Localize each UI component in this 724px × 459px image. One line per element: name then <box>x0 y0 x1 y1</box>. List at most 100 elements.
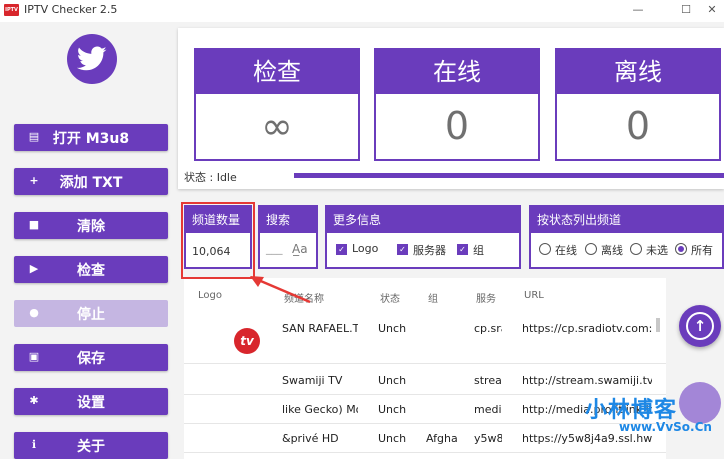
button-label: 设置 <box>77 394 105 411</box>
filter-online-label: 在线 <box>555 244 577 257</box>
title-bar: IPTV IPTV Checker 2.5 — ☐ ✕ <box>0 0 724 22</box>
twitter-logo <box>67 34 117 84</box>
about-button[interactable]: ℹ 关于 <box>14 432 168 459</box>
save-icon: ▣ <box>28 350 40 363</box>
stat-title: 在线 <box>376 50 538 94</box>
app-icon: IPTV <box>4 4 19 16</box>
channel-name: like Gecko) Mo <box>282 403 358 416</box>
scroll-top-button[interactable]: ↑ <box>679 305 721 347</box>
arrow-up-icon: ↑ <box>686 312 714 340</box>
button-label: 打开 M3u8 <box>52 130 130 147</box>
progress-fill <box>294 173 724 178</box>
channel-server: y5w8 <box>474 432 502 445</box>
table-row[interactable]: Swamiji TV Unch strea http://stream.swam… <box>184 366 666 395</box>
group-title: 更多信息 <box>327 207 519 233</box>
check-button[interactable]: ▶ 检查 <box>14 256 168 283</box>
stat-offline: 离线 0 <box>555 48 721 161</box>
minimize-button[interactable]: — <box>628 2 648 18</box>
status-progress-bar <box>294 173 724 178</box>
server-checkbox[interactable]: ✓ <box>397 244 408 255</box>
save-button[interactable]: ▣ 保存 <box>14 344 168 371</box>
stat-checked: 检查 ∞ <box>194 48 360 161</box>
group-body: ✓ Logo ✓ 服务器 ✓ 组 <box>327 233 519 267</box>
plus-icon: + <box>29 174 39 187</box>
channel-url: https://cp.sradiotv.com:1 <box>522 322 652 335</box>
group-title: 搜索 <box>260 207 316 233</box>
trash-icon: ■ <box>28 218 40 231</box>
channel-name: Swamiji TV <box>282 374 343 387</box>
button-label: 清除 <box>77 218 105 235</box>
file-icon: ▤ <box>28 130 40 143</box>
more-info-group: 更多信息 ✓ Logo ✓ 服务器 ✓ 组 <box>325 205 521 269</box>
channel-status: Unch <box>378 403 407 416</box>
button-label: 添加 TXT <box>59 174 123 191</box>
stat-value: ∞ <box>261 104 293 148</box>
channel-server: cp.sra <box>474 322 502 335</box>
filter-all-label: 所有 <box>691 244 713 257</box>
channel-url: http://stream.swamiji.tv/ <box>522 374 652 387</box>
filter-online-radio[interactable] <box>539 243 551 255</box>
button-label: 保存 <box>77 350 105 367</box>
match-case-icon[interactable]: A̲a <box>292 242 308 256</box>
group-title: 按状态列出频道 <box>531 207 722 233</box>
watermark-sub: www.VvSo.Cn <box>619 420 712 434</box>
open-m3u8-button[interactable]: ▤ 打开 M3u8 <box>14 124 168 151</box>
channel-group: Afgha <box>426 432 458 445</box>
channel-server: strea <box>474 374 502 387</box>
maximize-button[interactable]: ☐ <box>676 2 696 18</box>
button-label: 停止 <box>77 306 105 323</box>
status-text: 状态 : Idle <box>184 171 237 184</box>
status-filter-group: 按状态列出频道 在线 离线 未选 所有 <box>529 205 724 269</box>
clear-button[interactable]: ■ 清除 <box>14 212 168 239</box>
group-checkbox[interactable]: ✓ <box>457 244 468 255</box>
channel-status: Unch <box>378 322 407 335</box>
play-icon: ▶ <box>29 262 39 275</box>
sidebar: ▤ 打开 M3u8 + 添加 TXT ■ 清除 ▶ 检查 ● 停止 ▣ 保存 ✱… <box>0 22 178 459</box>
channel-status: Unch <box>378 432 407 445</box>
channel-table: Logo 频道名称 状态 组 服务 URL tv SAN RAFAEL.T\ U… <box>184 278 666 459</box>
info-icon: ℹ <box>31 438 37 451</box>
gear-icon: ✱ <box>29 394 39 407</box>
add-txt-button[interactable]: + 添加 TXT <box>14 168 168 195</box>
channel-name: &privé HD <box>282 432 339 445</box>
group-label: 组 <box>473 244 484 257</box>
column-header-server[interactable]: 服务 <box>476 290 496 305</box>
filter-offline-label: 离线 <box>601 244 623 257</box>
button-label: 检查 <box>77 262 105 279</box>
filter-unchecked-label: 未选 <box>646 244 668 257</box>
stop-icon: ● <box>29 306 39 319</box>
filter-offline-radio[interactable] <box>585 243 597 255</box>
group-body: 在线 离线 未选 所有 <box>531 233 722 267</box>
filter-all-radio[interactable] <box>675 243 687 255</box>
bird-icon <box>77 46 107 71</box>
table-row[interactable]: tv SAN RAFAEL.T\ Unch cp.sra https://cp.… <box>184 316 666 364</box>
annotation-arrow <box>250 276 311 304</box>
column-header-group[interactable]: 组 <box>428 290 438 305</box>
logo-checkbox[interactable]: ✓ <box>336 244 347 255</box>
channel-server: medi <box>474 403 502 416</box>
logo-label: Logo <box>352 242 379 255</box>
search-group: 搜索 ___ A̲a <box>258 205 318 269</box>
stat-value: 0 <box>444 104 470 148</box>
secondary-fab[interactable] <box>679 382 721 424</box>
stats-panel: 检查 ∞ 在线 0 离线 0 状态 : Idle <box>178 28 724 189</box>
annotation-highlight-box <box>181 202 255 279</box>
column-header-url[interactable]: URL <box>524 290 544 301</box>
column-header-status[interactable]: 状态 <box>380 290 400 305</box>
server-label: 服务器 <box>413 244 446 257</box>
stop-button[interactable]: ● 停止 <box>14 300 168 327</box>
search-placeholder: ___ <box>266 242 283 255</box>
table-row[interactable]: &privé HD Unch Afgha y5w8 https://y5w8j4… <box>184 424 666 453</box>
search-input[interactable]: ___ A̲a <box>260 233 316 267</box>
close-button[interactable]: ✕ <box>702 2 722 18</box>
button-label: 关于 <box>77 438 105 455</box>
stat-title: 检查 <box>196 50 358 94</box>
app-window: IPTV IPTV Checker 2.5 — ☐ ✕ ▤ 打开 M3u8 + … <box>0 0 724 459</box>
stat-online: 在线 0 <box>374 48 540 161</box>
filter-unchecked-radio[interactable] <box>630 243 642 255</box>
settings-button[interactable]: ✱ 设置 <box>14 388 168 415</box>
column-header-logo[interactable]: Logo <box>198 290 222 301</box>
stat-title: 离线 <box>557 50 719 94</box>
channel-logo: tv <box>234 328 260 354</box>
channel-status: Unch <box>378 374 407 387</box>
